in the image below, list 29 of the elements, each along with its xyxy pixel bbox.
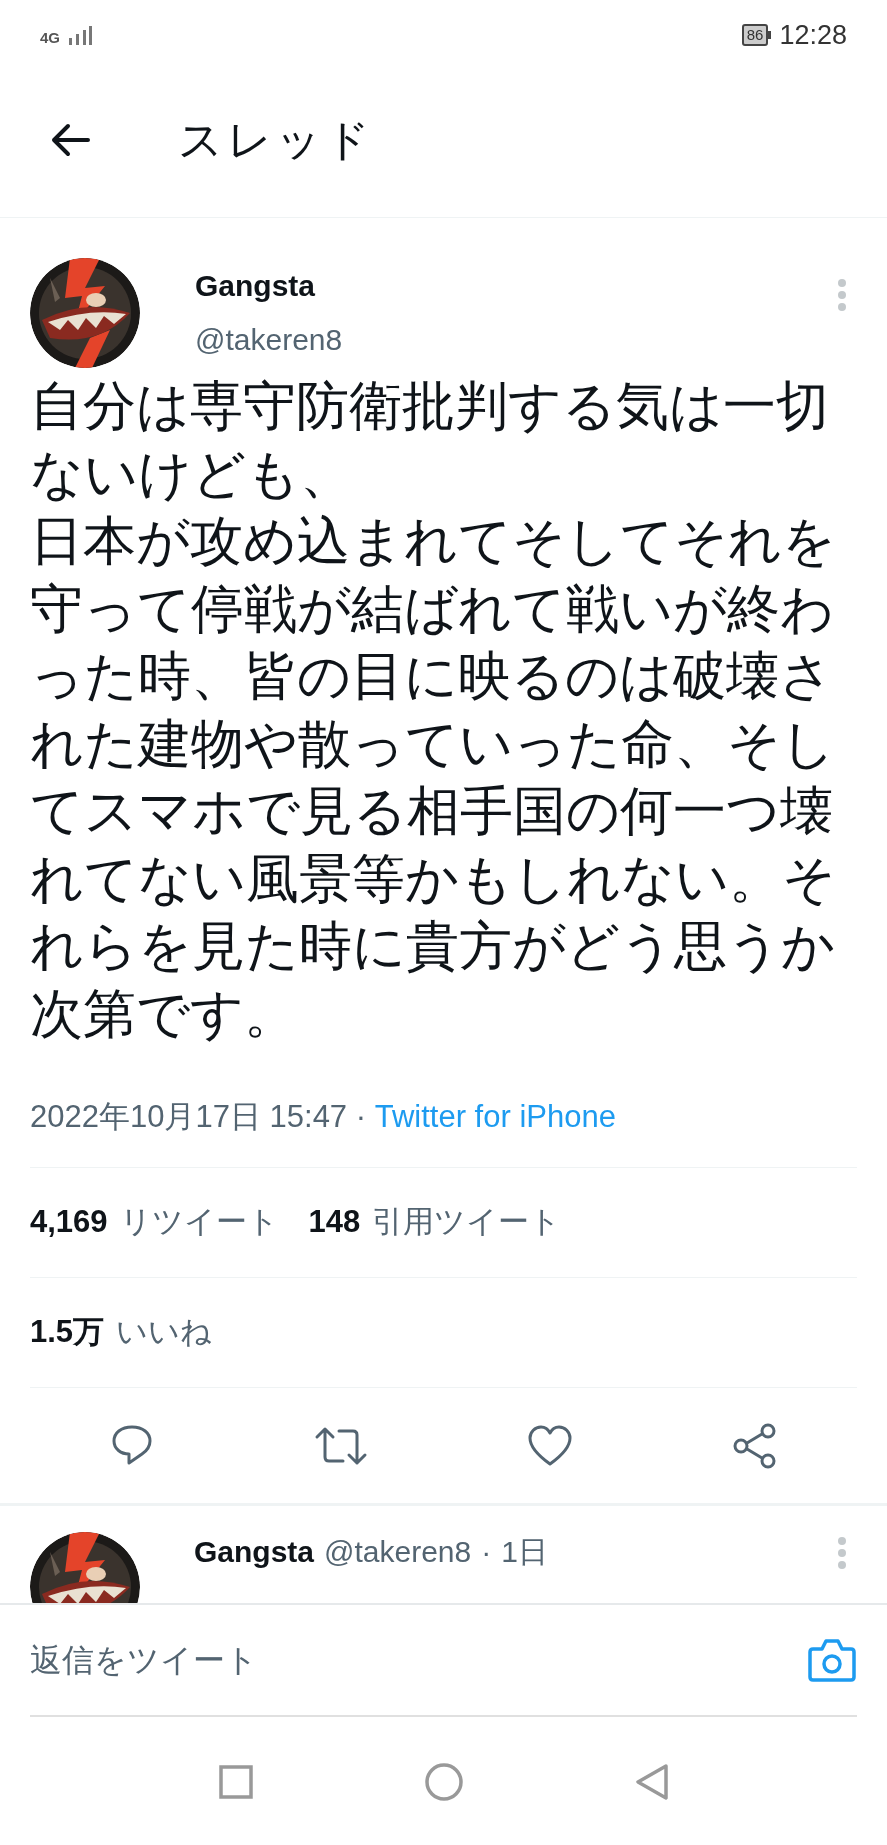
tweet-text: 日本が攻め込まれてそしてそれを守って停戦が結ばれて戦いが終わった時、皆の目に映るのは破壊された建物や散っていった命、そしてスマホで見る相手国の何一つ壊れてない風景等かもしれない。それらを見た時に貴方がどう思うか次第です。 — [30, 510, 837, 1045]
author-name[interactable]: Gangsta — [194, 1532, 315, 1572]
likes-label[interactable]: いいね — [116, 1309, 213, 1356]
page-title: スレッド — [178, 113, 374, 166]
timestamp: 2022年10月17日 15:47 — [30, 1099, 348, 1134]
author-handle[interactable]: @takeren8 — [195, 318, 837, 362]
recents-icon[interactable] — [217, 1764, 254, 1800]
post-age: 1日 — [501, 1534, 548, 1570]
stat-count: 148 — [308, 1203, 361, 1242]
battery-level: 86 — [741, 24, 769, 46]
author-handle[interactable]: @takeren8 — [324, 1532, 472, 1572]
tweet-text: 自分は専守防衛批判する気は一切ないけども、 — [30, 375, 830, 505]
author-name[interactable]: Gangsta — [195, 264, 837, 308]
stat-label[interactable]: リツイート — [119, 1199, 279, 1246]
stat-label[interactable]: 引用ツイート — [372, 1199, 562, 1246]
network-label: 4G — [40, 30, 60, 45]
reply-field[interactable]: 返信をツイート — [30, 1636, 807, 1684]
more-options-icon[interactable] — [837, 278, 847, 312]
stat-count: 4,169 — [30, 1203, 108, 1242]
separator: · — [481, 1534, 492, 1570]
camera-icon[interactable] — [807, 1637, 857, 1683]
back-arrow-icon — [50, 122, 90, 157]
clock: 12:28 — [779, 18, 847, 52]
separator: · — [355, 1099, 367, 1134]
signal-icon — [68, 25, 92, 45]
more-options-icon[interactable] — [837, 1536, 847, 1570]
likes-count: 1.5万 — [30, 1313, 105, 1352]
home-icon[interactable] — [423, 1762, 464, 1802]
back-icon[interactable] — [633, 1763, 670, 1801]
